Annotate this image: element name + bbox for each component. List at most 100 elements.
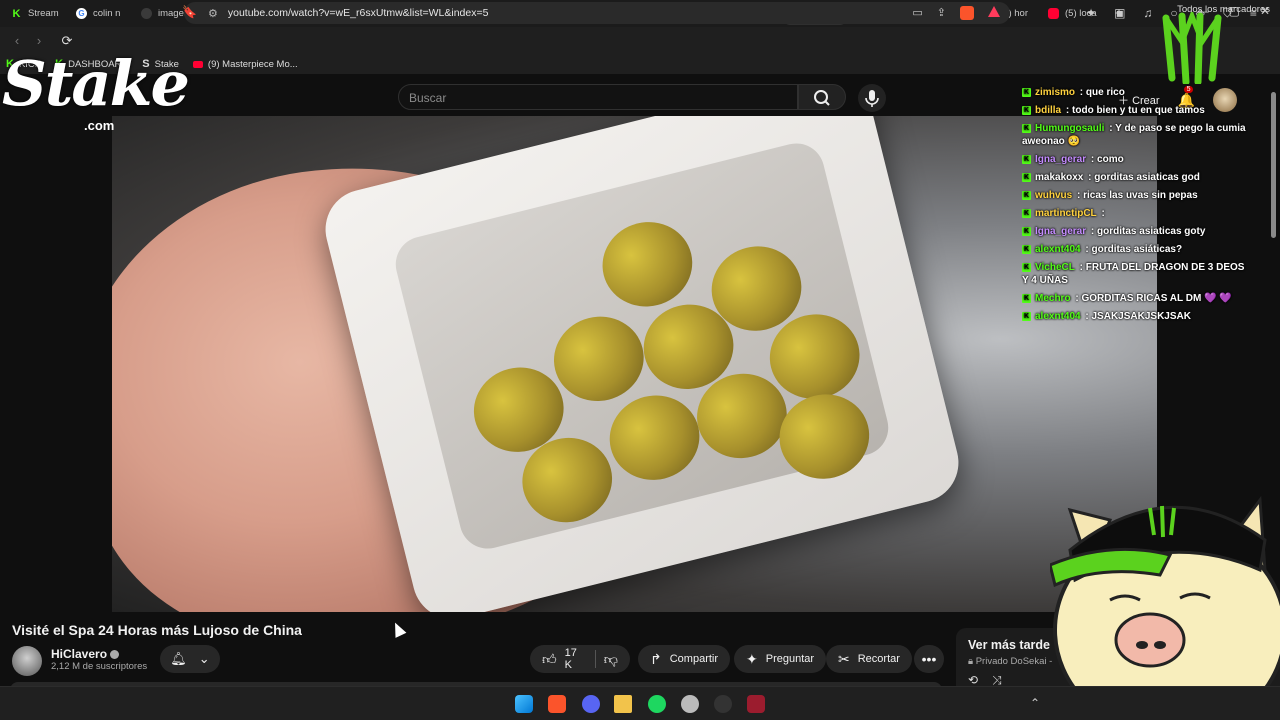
discord-icon[interactable] [582,695,600,713]
share-button[interactable]: ↱ Compartir [638,645,731,673]
chat-separator: : [1077,87,1086,98]
search-input[interactable]: Buscar [398,84,798,110]
chat-username: bdilla [1035,105,1062,116]
kick-badge-icon: K [1022,208,1031,218]
extensions-icon[interactable]: ✦ [1086,6,1096,21]
address-bar[interactable]: 🔖 ⚙ youtube.com/watch?v=wE_r6sxUtmw&list… [182,2,1010,24]
chat-username: martinctipCL [1035,208,1097,219]
tray-expand-icon[interactable]: ⌃ [1030,696,1040,710]
voice-search-button[interactable] [858,84,886,112]
globe-icon [141,8,152,19]
chat-message: Kwuhvus : ricas las uvas sin pepas [1022,189,1250,202]
obs-icon[interactable] [714,695,732,713]
bookmark-icon[interactable]: 🔖 [182,5,197,19]
share-icon: ↱ [650,650,662,667]
sponsor-word: Stake [2,47,190,120]
chat-username: alexnt404 [1035,311,1081,322]
bookmarks-bar: K KICK K DASHBOARD S Stake (9) Masterpiece Mo.… [0,54,1280,74]
monster-logo-icon [1162,12,1222,84]
forward-icon[interactable]: › [28,33,50,48]
verified-icon [110,650,120,660]
chat-username: Igna_gerar [1035,154,1087,165]
chat-separator: : [1106,123,1116,134]
browser-tab[interactable]: K Stream [4,3,69,25]
dislike-icon[interactable]: 👎︎ [604,651,618,668]
google-icon: G [76,8,87,19]
mic-icon [865,90,879,107]
kick-badge-icon: K [1022,190,1031,200]
youtube-icon [1048,8,1059,19]
chat-message: K Mechro : GORDITAS RICAS AL DM 💜 💜 [1022,292,1250,305]
windows-taskbar: ⌃ [0,686,1280,720]
cast-icon[interactable]: ▭ [912,6,922,20]
ask-label: Preguntar [765,653,815,665]
chat-message: Kalexnt404 : gorditas asiáticas? [1022,243,1250,256]
youtube-icon [192,60,203,68]
kick-badge-icon: K [1022,244,1031,254]
tab-label: colin n [93,8,121,19]
browser-toolbar: ‹ › ⟳ [0,27,1280,54]
like-dislike-group: 👍︎ 17 K 👎︎ [530,645,630,673]
chat-text: como [1097,154,1124,165]
steam-icon[interactable] [681,695,699,713]
brave-browser-icon[interactable] [548,695,566,713]
url-text: youtube.com/watch?v=wE_r6sxUtmw&list=WL&… [227,7,489,19]
file-explorer-icon[interactable] [614,695,632,713]
brave-shields-icon[interactable] [960,6,974,20]
like-count[interactable]: 17 K [565,647,587,671]
ask-button[interactable]: ✦ Preguntar [734,645,827,673]
chat-separator: : [1076,262,1086,273]
clip-button[interactable]: ✂ Recortar [826,645,912,673]
video-frame-bowl [317,116,967,612]
chat-username: VicheCL [1035,262,1075,273]
browser-tab[interactable]: Gcolin n [69,3,134,25]
kick-badge-icon: K [1022,154,1031,164]
chat-username: Humungosauli [1035,123,1105,134]
kick-badge-icon: K [1022,123,1031,133]
chat-username: Igna_gerar [1035,226,1087,237]
subscription-bell-button[interactable]: 🔔︎ ⌄ [160,645,220,673]
chat-separator: : [1063,105,1073,116]
fruit [770,384,879,489]
like-icon[interactable]: 👍︎ [542,651,557,668]
chat-separator: : [1088,226,1098,237]
search-button[interactable] [798,84,846,110]
streamer-cat-avatar-icon [1050,495,1280,720]
chat-message: K Igna_gerar : como [1022,153,1250,166]
sidebar-icon[interactable]: ▣ [1114,6,1125,21]
stream-chat-overlay: Kzimismo : que rico Kbdilla : todo bien y… [1022,86,1250,328]
playlist-owner: Privado DoSekai - [975,656,1053,667]
bookmark-item[interactable]: (9) Masterpiece Mo... [192,59,298,70]
app-icon[interactable] [747,695,765,713]
site-settings-icon[interactable]: ⚙ [208,7,218,20]
windows-start-icon[interactable] [515,695,533,713]
channel-name-text: HiClavero [51,647,108,661]
chat-username: wuhvus [1035,190,1073,201]
channel-avatar[interactable] [12,646,42,676]
tab-label: Stream [28,8,59,19]
chat-username: zimismo [1035,87,1076,98]
more-actions-button[interactable]: ••• [914,645,944,673]
chat-message: Kalexnt404 : JSAKJSAKJSKJSAK [1022,310,1250,323]
scissors-icon: ✂ [838,650,850,667]
brave-rewards-icon[interactable] [988,6,1000,17]
spotify-icon[interactable] [648,695,666,713]
chat-username: Mechro [1035,293,1071,304]
stake-logo-overlay: Stake .com [2,47,190,139]
chat-separator: : [1074,190,1084,201]
video-player[interactable] [112,116,1157,612]
chat-text: GORDITAS RICAS AL DM 💜 💜 [1081,293,1232,304]
channel-name[interactable]: HiClavero [51,647,120,661]
chat-text: ricas las uvas sin pepas [1083,190,1198,201]
back-icon[interactable]: ‹ [6,33,28,48]
sponsor-domain: .com [84,118,115,133]
page-scrollbar[interactable] [1271,92,1276,238]
clip-label: Recortar [857,653,900,665]
chat-separator: : [1085,172,1095,183]
media-icon[interactable]: ♫ [1143,6,1152,21]
chat-message: K Igna_gerar : gorditas asiaticas goty [1022,225,1250,238]
share-page-icon[interactable]: ⇪ [937,6,946,20]
share-label: Compartir [669,653,719,665]
chat-text: JSAKJSAKJSKJSAK [1091,311,1191,322]
kick-badge-icon: K [1022,226,1031,236]
